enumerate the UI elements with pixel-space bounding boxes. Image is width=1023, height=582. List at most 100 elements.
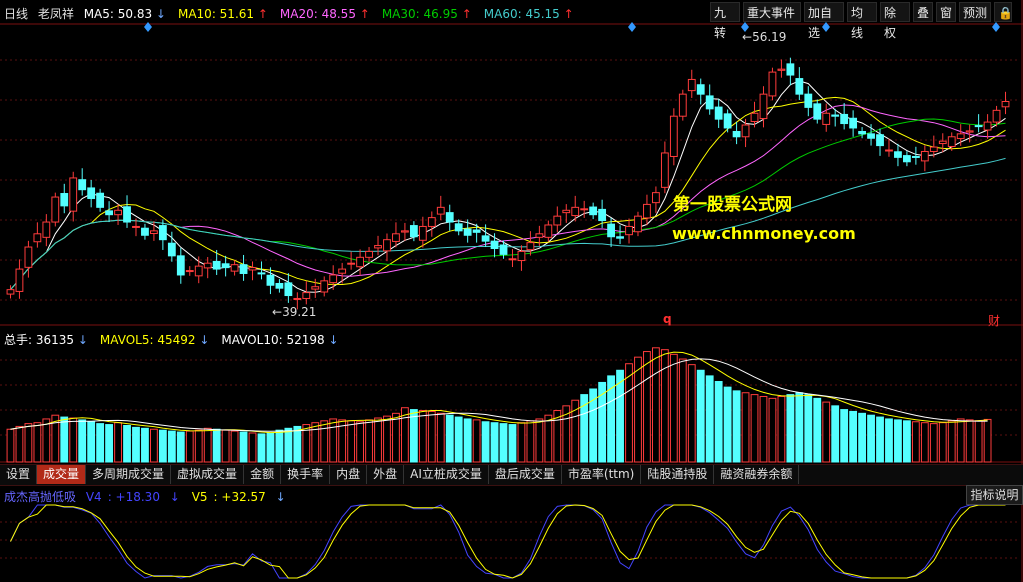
volume-bar-1 — [15, 425, 24, 463]
candle-body-14 — [132, 225, 140, 228]
toolbar-button-7[interactable]: 预测 — [959, 2, 991, 22]
tab-9[interactable]: 盘后成交量 — [489, 465, 562, 484]
tab-3[interactable]: 虚拟成交量 — [171, 465, 245, 484]
candle-body-6 — [60, 193, 69, 207]
v5-label: V5 — [191, 490, 208, 504]
candle-body-30 — [275, 282, 284, 289]
candle-body-110 — [992, 109, 1001, 123]
volume-bar-35 — [320, 420, 329, 463]
volume-bar-78 — [705, 375, 714, 463]
candle-body-75 — [678, 93, 687, 117]
tab-0[interactable]: 设置 — [0, 465, 38, 484]
tab-10[interactable]: 市盈率(ttm) — [562, 465, 642, 484]
volume-bar-53 — [481, 421, 490, 463]
volume-bar-101 — [911, 421, 920, 463]
candle-body-52 — [472, 229, 481, 233]
candle-body-71 — [643, 203, 651, 219]
candle-body-72 — [652, 192, 660, 204]
oscillator-name[interactable]: 成杰高抛低吸 — [4, 490, 76, 504]
volume-bar-13 — [123, 424, 131, 463]
candle-body-34 — [311, 286, 320, 290]
candle-body-92 — [831, 114, 840, 117]
tab-7[interactable]: 外盘 — [367, 465, 405, 484]
oscillator-lines — [10, 504, 1006, 579]
volume-bar-7 — [69, 417, 78, 463]
candle-body-104 — [938, 140, 947, 145]
candle-body-68 — [616, 236, 624, 239]
ma20-line — [10, 104, 1006, 291]
low-annotation: ←39.21 — [272, 305, 317, 319]
toolbar-button-4[interactable]: 除权 — [880, 2, 910, 40]
volume-bar-89 — [804, 394, 813, 463]
candle-body-44 — [401, 230, 409, 233]
candle-body-12 — [114, 209, 122, 216]
tab-8[interactable]: AI立桩成交量 — [404, 465, 489, 484]
candle-body-109 — [983, 121, 992, 131]
candle-body-20 — [185, 270, 194, 273]
candle-body-16 — [150, 230, 158, 235]
volume-bar-72 — [652, 347, 660, 463]
tab-12[interactable]: 融资融券余额 — [714, 465, 800, 484]
volume-bar-79 — [714, 381, 723, 463]
candle-body-94 — [849, 117, 858, 129]
candle-body-13 — [123, 206, 131, 223]
candle-body-57 — [517, 250, 526, 262]
candle-body-88 — [795, 78, 804, 95]
volume-bar-91 — [822, 401, 831, 463]
candle-body-46 — [418, 225, 427, 241]
candle-body-90 — [813, 103, 822, 120]
tab-5[interactable]: 换手率 — [281, 465, 331, 484]
candle-body-64 — [580, 208, 589, 211]
toolbar-button-5[interactable]: 叠 — [913, 2, 933, 22]
high-value: 56.19 — [752, 30, 787, 44]
toolbar-button-3[interactable]: 均线 — [847, 2, 877, 40]
candle-body-41 — [374, 245, 382, 249]
tab-2[interactable]: 多周期成交量 — [86, 465, 172, 484]
candle-body-84 — [759, 93, 768, 120]
candle-body-66 — [598, 208, 607, 222]
volume-bar-26 — [239, 431, 248, 463]
toolbar-button-6[interactable]: 窗 — [936, 2, 956, 22]
candle-body-98 — [885, 149, 893, 152]
indicator-explain-button[interactable]: 指标说明 — [966, 485, 1023, 505]
tab-1[interactable]: 成交量 — [37, 465, 87, 484]
toolbar-button-8[interactable]: 🔒 — [994, 2, 1013, 22]
candle-body-7 — [69, 177, 78, 212]
candle-body-28 — [257, 272, 266, 275]
candle-body-60 — [544, 224, 553, 238]
toolbar-button-1[interactable]: 重大事件 — [743, 2, 801, 22]
event-mark-q[interactable]: q — [663, 312, 672, 326]
volume-bar-47 — [427, 410, 436, 463]
volume-bar-74 — [669, 353, 678, 463]
ma-arrow-ma10: ↑ — [257, 7, 268, 21]
candle-body-83 — [750, 112, 759, 122]
volume-bar-63 — [571, 399, 580, 463]
volume-bar-73 — [660, 349, 669, 463]
candle-body-69 — [625, 225, 633, 236]
volume-bar-16 — [150, 428, 158, 463]
volume-bar-12 — [114, 422, 122, 463]
volume-bar-58 — [526, 420, 535, 463]
candle-body-48 — [436, 206, 445, 215]
volume-bar-93 — [840, 409, 849, 463]
stock-name[interactable]: 老凤祥 — [38, 7, 74, 21]
ma30-line — [10, 118, 1006, 291]
candle-body-36 — [329, 274, 338, 284]
oscillator-header: 成杰高抛低吸 V4: +18.30 ↓ V5: +32.57 ↓ — [4, 490, 286, 504]
tab-11[interactable]: 陆股通持股 — [641, 465, 715, 484]
volume-bar-106 — [956, 418, 965, 463]
period-label[interactable]: 日线 — [4, 7, 28, 21]
volume-bar-83 — [750, 394, 759, 463]
volume-bars — [6, 347, 992, 463]
ma-arrow-ma30: ↑ — [461, 7, 472, 21]
candle-body-61 — [553, 215, 562, 226]
tab-4[interactable]: 金额 — [244, 465, 282, 484]
volume-arrow-0: ↓ — [77, 333, 88, 347]
toolbar-button-2[interactable]: 加自选 — [804, 2, 844, 40]
candle-body-99 — [894, 151, 902, 158]
event-mark-cai[interactable]: 财 — [988, 312, 1000, 329]
volume-bar-96 — [867, 414, 875, 463]
toolbar-button-0[interactable]: 九转 — [710, 2, 740, 40]
tab-6[interactable]: 内盘 — [330, 465, 368, 484]
candle-body-101 — [911, 155, 920, 158]
